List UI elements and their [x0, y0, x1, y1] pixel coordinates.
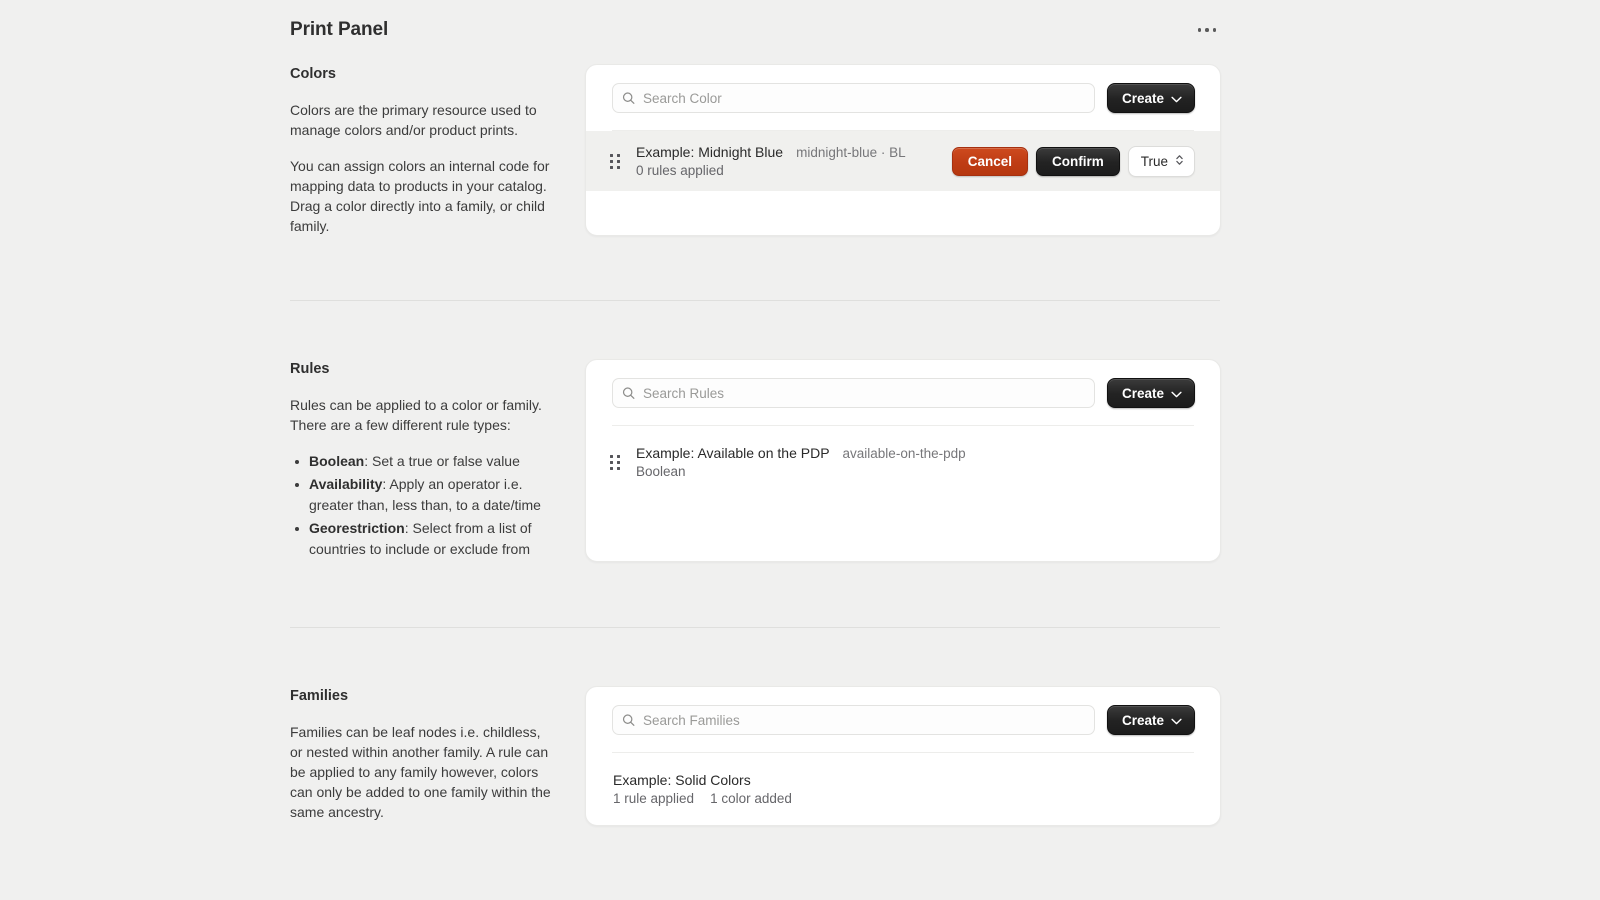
rules-row-subtext: Boolean	[636, 464, 686, 479]
page-header: Print Panel	[290, 14, 1220, 46]
boolean-value-label: True	[1140, 153, 1168, 169]
rules-paragraph-1: Rules can be applied to a color or famil…	[290, 397, 542, 433]
boolean-value-select[interactable]: True	[1127, 145, 1195, 177]
rules-row-content: Example: Available on the PDP available-…	[636, 445, 1195, 479]
rules-toolbar: Create	[586, 361, 1220, 425]
rule-type-term: Availability	[309, 476, 383, 492]
families-search-input[interactable]	[612, 705, 1095, 735]
confirm-button[interactable]: Confirm	[1035, 146, 1120, 176]
families-rules-count: 1 rule applied	[613, 791, 695, 806]
print-panel-page: Print Panel Colors Colors are the primar…	[0, 0, 1600, 900]
families-row-heading: Example: Solid Colors	[613, 772, 1195, 788]
section-title-rules: Rules	[290, 361, 330, 377]
families-row-content: Example: Solid Colors 1 rule applied 1 c…	[613, 772, 1195, 806]
families-card: Create Example: Solid Colors	[585, 686, 1221, 826]
section-colors-description: Colors Colors are the primary resource u…	[290, 64, 585, 236]
chevron-down-icon	[1171, 713, 1182, 728]
rules-search-input[interactable]	[612, 378, 1095, 408]
rule-type-term: Boolean	[309, 453, 365, 469]
section-colors-panel: Create	[585, 64, 1221, 236]
colors-search-box	[612, 83, 1095, 113]
colors-card: Create	[585, 64, 1221, 236]
section-families: Families Families can be leaf nodes i.e.…	[290, 686, 1221, 826]
colors-row-content: Example: Midnight Blue midnight-blue · B…	[636, 144, 952, 178]
families-row-subtext: 1 rule applied 1 color added	[613, 791, 1195, 806]
kebab-dot	[1197, 28, 1201, 32]
rules-row-heading: Example: Available on the PDP available-…	[636, 445, 1195, 461]
list-item: Georestriction: Select from a list of co…	[290, 518, 545, 560]
rules-create-label: Create	[1121, 385, 1164, 401]
families-row-name: Example: Solid Colors	[613, 772, 751, 788]
section-rules-panel: Create	[585, 359, 1221, 562]
colors-toolbar: Create	[586, 66, 1220, 130]
section-colors: Colors Colors are the primary resource u…	[290, 64, 1221, 236]
rules-card: Create	[585, 359, 1221, 562]
families-create-button[interactable]: Create	[1106, 705, 1195, 735]
colors-row-subtext: 0 rules applied	[636, 163, 724, 178]
colors-row-actions: Cancel Confirm True	[951, 145, 1195, 177]
list-item: Boolean: Set a true or false value	[290, 451, 545, 472]
rules-search-box	[612, 378, 1095, 408]
colors-row-meta: midnight-blue · BL	[796, 145, 906, 160]
rules-table-row[interactable]: Example: Available on the PDP available-…	[586, 426, 1220, 498]
colors-paragraph-1: Colors are the primary resource used to …	[290, 102, 537, 138]
colors-table-row[interactable]: Example: Midnight Blue midnight-blue · B…	[586, 131, 1220, 191]
colors-create-label: Create	[1121, 90, 1164, 106]
colors-search-input[interactable]	[612, 83, 1095, 113]
section-title-families: Families	[290, 688, 349, 704]
kebab-dot	[1205, 28, 1209, 32]
section-families-panel: Create Example: Solid Colors	[585, 686, 1221, 826]
drag-handle-icon[interactable]	[610, 454, 624, 470]
rule-type-term: Georestriction	[309, 520, 405, 536]
rule-type-text: : Set a true or false value	[364, 453, 520, 469]
section-rules: Rules Rules can be applied to a color or…	[290, 359, 1221, 562]
section-families-description: Families Families can be leaf nodes i.e.…	[290, 686, 585, 826]
colors-row-name: Example: Midnight Blue	[636, 144, 784, 160]
section-separator-1	[290, 300, 1220, 301]
colors-row-heading: Example: Midnight Blue midnight-blue · B…	[636, 144, 952, 160]
section-rules-description: Rules Rules can be applied to a color or…	[290, 359, 585, 562]
kebab-dot	[1212, 28, 1216, 32]
cancel-button[interactable]: Cancel	[951, 146, 1028, 176]
chevron-down-icon	[1171, 386, 1182, 401]
page-title: Print Panel	[290, 19, 389, 40]
families-toolbar: Create	[586, 688, 1220, 752]
section-separator-2	[290, 627, 1220, 628]
families-colors-count: 1 color added	[710, 791, 792, 806]
families-search-box	[612, 705, 1095, 735]
families-create-label: Create	[1121, 712, 1164, 728]
rule-types-list: Boolean: Set a true or false value Avail…	[290, 451, 585, 560]
kebab-menu-icon[interactable]	[1194, 22, 1221, 38]
rules-create-button[interactable]: Create	[1106, 378, 1195, 408]
chevron-down-icon	[1171, 91, 1182, 106]
section-title-colors: Colors	[290, 66, 336, 82]
families-paragraph-1: Families can be leaf nodes i.e. childles…	[290, 724, 551, 820]
families-table-row[interactable]: Example: Solid Colors 1 rule applied 1 c…	[586, 753, 1220, 825]
colors-create-button[interactable]: Create	[1106, 83, 1195, 113]
rules-row-meta: available-on-the-pdp	[842, 446, 966, 461]
colors-paragraph-2: You can assign colors an internal code f…	[290, 158, 550, 234]
drag-handle-icon[interactable]	[610, 153, 624, 169]
rules-row-name: Example: Available on the PDP	[636, 445, 830, 461]
list-item: Availability: Apply an operator i.e. gre…	[290, 474, 545, 516]
chevron-up-down-icon	[1175, 153, 1184, 170]
